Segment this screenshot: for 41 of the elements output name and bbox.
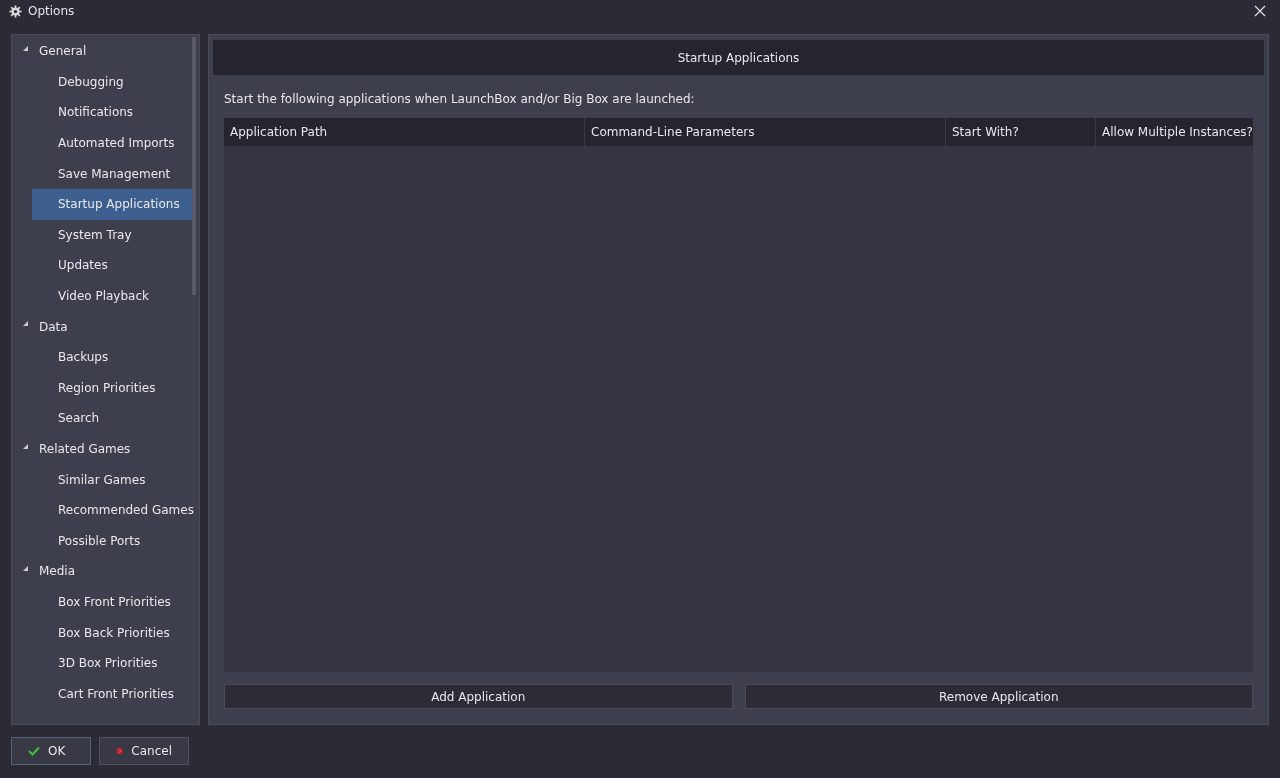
column-header[interactable]: Start With? [946,118,1096,146]
tree-item[interactable]: Notifications [32,97,195,128]
expander-icon[interactable] [23,45,28,51]
tree-item[interactable]: 3D Box Priorities [32,647,195,679]
window-title: Options [28,4,75,18]
tree-item[interactable]: System Tray [32,219,195,251]
tree-item[interactable]: Possible Ports [32,525,195,557]
description-text: Start the following applications when LaunchBox and/or Big Box are launched: [223,91,696,108]
tree-item[interactable]: Save Management [32,158,195,189]
add-button[interactable]: Add Application [224,684,733,709]
cancel-button[interactable]: Cancel [99,737,189,765]
ok-button[interactable]: OK [11,737,91,765]
tree-group[interactable]: General [12,36,195,67]
expander-icon[interactable] [23,321,28,327]
tree-item[interactable]: Updates [32,250,195,281]
tree-item[interactable]: Cart Front Priorities [32,678,195,710]
tree-item[interactable]: Similar Games [32,464,195,495]
tree-item[interactable]: Recommended Games [32,494,195,526]
tree-item[interactable]: Automated Imports [32,127,195,159]
expander-icon[interactable] [23,565,28,571]
tree-item[interactable]: Startup Applications [32,188,195,220]
tree-group[interactable]: Media [12,556,195,587]
tree-item[interactable]: Box Front Priorities [32,586,195,618]
checkmark-icon [28,746,40,756]
tree-group[interactable]: Data [12,311,195,342]
column-header[interactable]: Allow Multiple Instances? [1096,118,1253,146]
column-header[interactable]: Application Path [224,118,585,146]
tree-item[interactable]: Video Playback [32,280,195,312]
tree-item[interactable]: Region Priorities [32,372,195,404]
cancel-icon [116,745,124,757]
settings-icon [9,4,22,18]
close-icon[interactable] [1254,5,1266,17]
tree-item[interactable]: Backups [32,341,195,373]
tree-item[interactable]: Box Back Priorities [32,617,195,648]
tree-item[interactable]: Search [32,403,195,434]
panel-title: Startup Applications [677,50,800,65]
tree-item[interactable]: Debugging [32,66,195,98]
expander-icon[interactable] [23,443,28,449]
tree-group[interactable]: Related Games [12,433,195,465]
remove-button[interactable]: Remove Application [744,684,1253,709]
column-header[interactable]: Command-Line Parameters [585,118,946,146]
